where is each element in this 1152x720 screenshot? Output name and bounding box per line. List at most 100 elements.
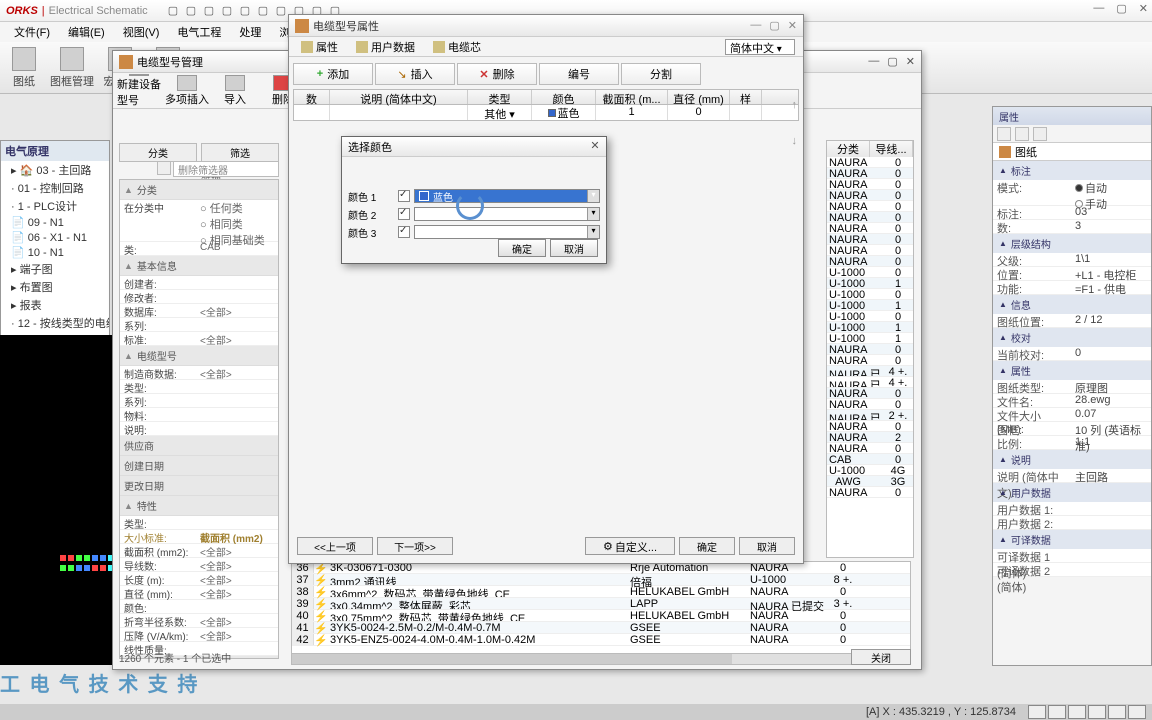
rp-icon[interactable] (1033, 127, 1047, 141)
cm-table-row[interactable]: 37⚡3mm2 通讯线倍福U-10008 +. (292, 574, 910, 586)
cm-prop-row[interactable]: 系列: (120, 318, 278, 332)
rp-section-header[interactable]: ▲属性 (993, 361, 1151, 380)
cls-row[interactable]: NAURA0 (827, 234, 913, 245)
cm-prop-row[interactable]: 大小标准:截面积 (mm2) (120, 530, 278, 544)
qt-icon[interactable]: ▢ (168, 4, 182, 18)
cm-prop-row[interactable]: 制造商数据:<全部> (120, 366, 278, 380)
rp-prop-row[interactable]: 说明 (简体中文):主回路 (993, 469, 1151, 483)
qt-icon[interactable]: ▢ (222, 4, 236, 18)
cd-close-icon[interactable]: ✕ (588, 139, 602, 153)
cp-next-button[interactable]: 下一项>> (377, 537, 453, 555)
cm-minimize-icon[interactable]: — (868, 55, 879, 68)
cm-hscrollbar[interactable] (291, 653, 911, 665)
cm-section-header[interactable]: ▲特性 (120, 496, 278, 516)
cm-table-row[interactable]: 40⚡3x0.75mm^2_数码芯_带黄绿色地线_CEHELUKABEL Gmb… (292, 610, 910, 622)
cm-prop-row[interactable]: 折弯半径系数:<全部> (120, 614, 278, 628)
sb-icon[interactable] (1068, 705, 1086, 719)
cls-row[interactable]: NAURA0 (827, 256, 913, 267)
cm-prop-row[interactable]: 长度 (m):<全部> (120, 572, 278, 586)
minimize-icon[interactable]: — (1093, 2, 1104, 15)
cp-split-button[interactable]: 分割 (621, 63, 701, 85)
sb-icon[interactable] (1108, 705, 1126, 719)
qt-icon[interactable]: ▢ (204, 4, 218, 18)
rp-prop-row[interactable]: 比例:1:1 (993, 436, 1151, 450)
cm-prop-row[interactable]: 物料: (120, 408, 278, 422)
cls-row[interactable]: NAURA0 (827, 168, 913, 179)
cls-row[interactable]: U-10004G (827, 465, 913, 476)
rp-prop-row[interactable]: 用户数据 2: (993, 516, 1151, 530)
rp-prop-row[interactable]: 功能:=F1 - 供电 (993, 281, 1151, 295)
cp-number-button[interactable]: 编号 (539, 63, 619, 85)
cls-row[interactable]: U-10001 (827, 300, 913, 311)
cp-cancel-button[interactable]: 取消 (739, 537, 795, 555)
rp-section-header[interactable]: ▲层级结构 (993, 234, 1151, 253)
tree-item[interactable]: ▸ 端子图 (1, 260, 109, 278)
cls-row[interactable]: U-10001 (827, 278, 913, 289)
rp-prop-row[interactable]: 图框:10 列 (英语标准) (993, 422, 1151, 436)
rp-prop-row[interactable]: 图纸位置:2 / 12 (993, 314, 1151, 328)
rp-tab-sheet[interactable]: 图纸 (993, 143, 1151, 161)
rp-section-header[interactable]: ▲用户数据 (993, 483, 1151, 502)
cd-checkbox[interactable] (398, 208, 410, 220)
rp-prop-row[interactable]: 数:3 (993, 220, 1151, 234)
cls-row[interactable]: _AWG3G (827, 476, 913, 487)
rp-prop-row[interactable]: 模式:自动手动 (993, 180, 1151, 206)
cd-checkbox[interactable] (398, 190, 410, 202)
cp-close-icon[interactable]: ✕ (788, 19, 797, 32)
cm-tab-classify[interactable]: 分类 (119, 143, 197, 162)
cm-cable-table[interactable]: 36⚡3K-030671-0300Rrje AutomationNAURA037… (291, 561, 911, 661)
cm-section-header[interactable]: 供应商 (120, 436, 278, 456)
cd-color-combo[interactable]: 蓝色▾ (414, 189, 600, 203)
cm-section-header[interactable]: 创建日期 (120, 456, 278, 476)
cm-multi-insert-button[interactable]: 多项插入 (165, 75, 209, 107)
cls-row[interactable]: NAURA 已提交4 +. (827, 377, 913, 388)
cls-row[interactable]: NAURA0 (827, 388, 913, 399)
rp-prop-row[interactable]: 可译数据 2 (简体) (993, 563, 1151, 577)
cls-row[interactable]: NAURA0 (827, 421, 913, 432)
cm-section-header[interactable]: ▲电缆型号 (120, 346, 278, 366)
qt-icon[interactable]: ▢ (258, 4, 272, 18)
cls-row[interactable]: NAURA0 (827, 443, 913, 454)
cls-row[interactable]: NAURA 已提交4 +. (827, 366, 913, 377)
cls-row[interactable]: NAURA0 (827, 223, 913, 234)
cls-row[interactable]: CAB0 (827, 454, 913, 465)
sb-icon[interactable] (1128, 705, 1146, 719)
tree-item[interactable]: 📄 10 - N1 (1, 245, 109, 260)
cls-row[interactable]: NAURA0 (827, 212, 913, 223)
tree-item[interactable]: 📄 06 - X1 - N1 (1, 230, 109, 245)
qt-icon[interactable]: ▢ (240, 4, 254, 18)
rp-prop-row[interactable]: 文件名:28.ewg (993, 394, 1151, 408)
cm-prop-row[interactable]: 类型: (120, 380, 278, 394)
menu-process[interactable]: 处理 (231, 22, 269, 42)
cls-row[interactable]: NAURA0 (827, 190, 913, 201)
cp-grid-row[interactable]: 其他 ▾ 蓝色 1 0 (293, 105, 799, 121)
cm-import-button[interactable]: 导入 (213, 75, 257, 107)
cm-prop-row[interactable]: 系列: (120, 394, 278, 408)
cp-min-icon[interactable]: — (750, 19, 761, 32)
cls-row[interactable]: NAURA 已提交2 +. (827, 410, 913, 421)
cls-row[interactable]: NAURA0 (827, 487, 913, 498)
cp-custom-button[interactable]: ⚙自定义... (585, 537, 675, 555)
cm-section-header[interactable]: ▲分类 (120, 180, 278, 200)
cls-row[interactable]: NAURA0 (827, 179, 913, 190)
cls-row[interactable]: NAURA0 (827, 157, 913, 168)
cm-close-button[interactable]: 关闭 (851, 649, 911, 665)
cls-row[interactable]: NAURA0 (827, 245, 913, 256)
cls-row[interactable]: U-10000 (827, 267, 913, 278)
cp-tab-userdata[interactable]: 用户数据 (348, 37, 423, 57)
cm-tab-filter[interactable]: 筛选 (201, 143, 279, 162)
cls-row[interactable]: U-10000 (827, 311, 913, 322)
cd-checkbox[interactable] (398, 226, 410, 238)
cls-row[interactable]: NAURA2 (827, 432, 913, 443)
rp-section-header[interactable]: ▲可译数据 (993, 530, 1151, 549)
rp-section-header[interactable]: ▲说明 (993, 450, 1151, 469)
rp-section-header[interactable]: ▲校对 (993, 328, 1151, 347)
project-tree[interactable]: 电气原理 ▸ 🏠 03 - 主回路· 01 - 控制回路· 1 - PLC设计📄… (0, 140, 110, 360)
cp-max-icon[interactable]: ▢ (769, 19, 779, 32)
close-icon[interactable]: ✕ (1139, 2, 1148, 15)
cm-filter-input[interactable]: 删除筛选器 (173, 161, 279, 177)
rp-prop-row[interactable]: 位置:+L1 - 电控柜 (993, 267, 1151, 281)
rp-prop-row[interactable]: 标注:03 (993, 206, 1151, 220)
cp-add-button[interactable]: +添加 (293, 63, 373, 85)
cls-row[interactable]: NAURA0 (827, 355, 913, 366)
